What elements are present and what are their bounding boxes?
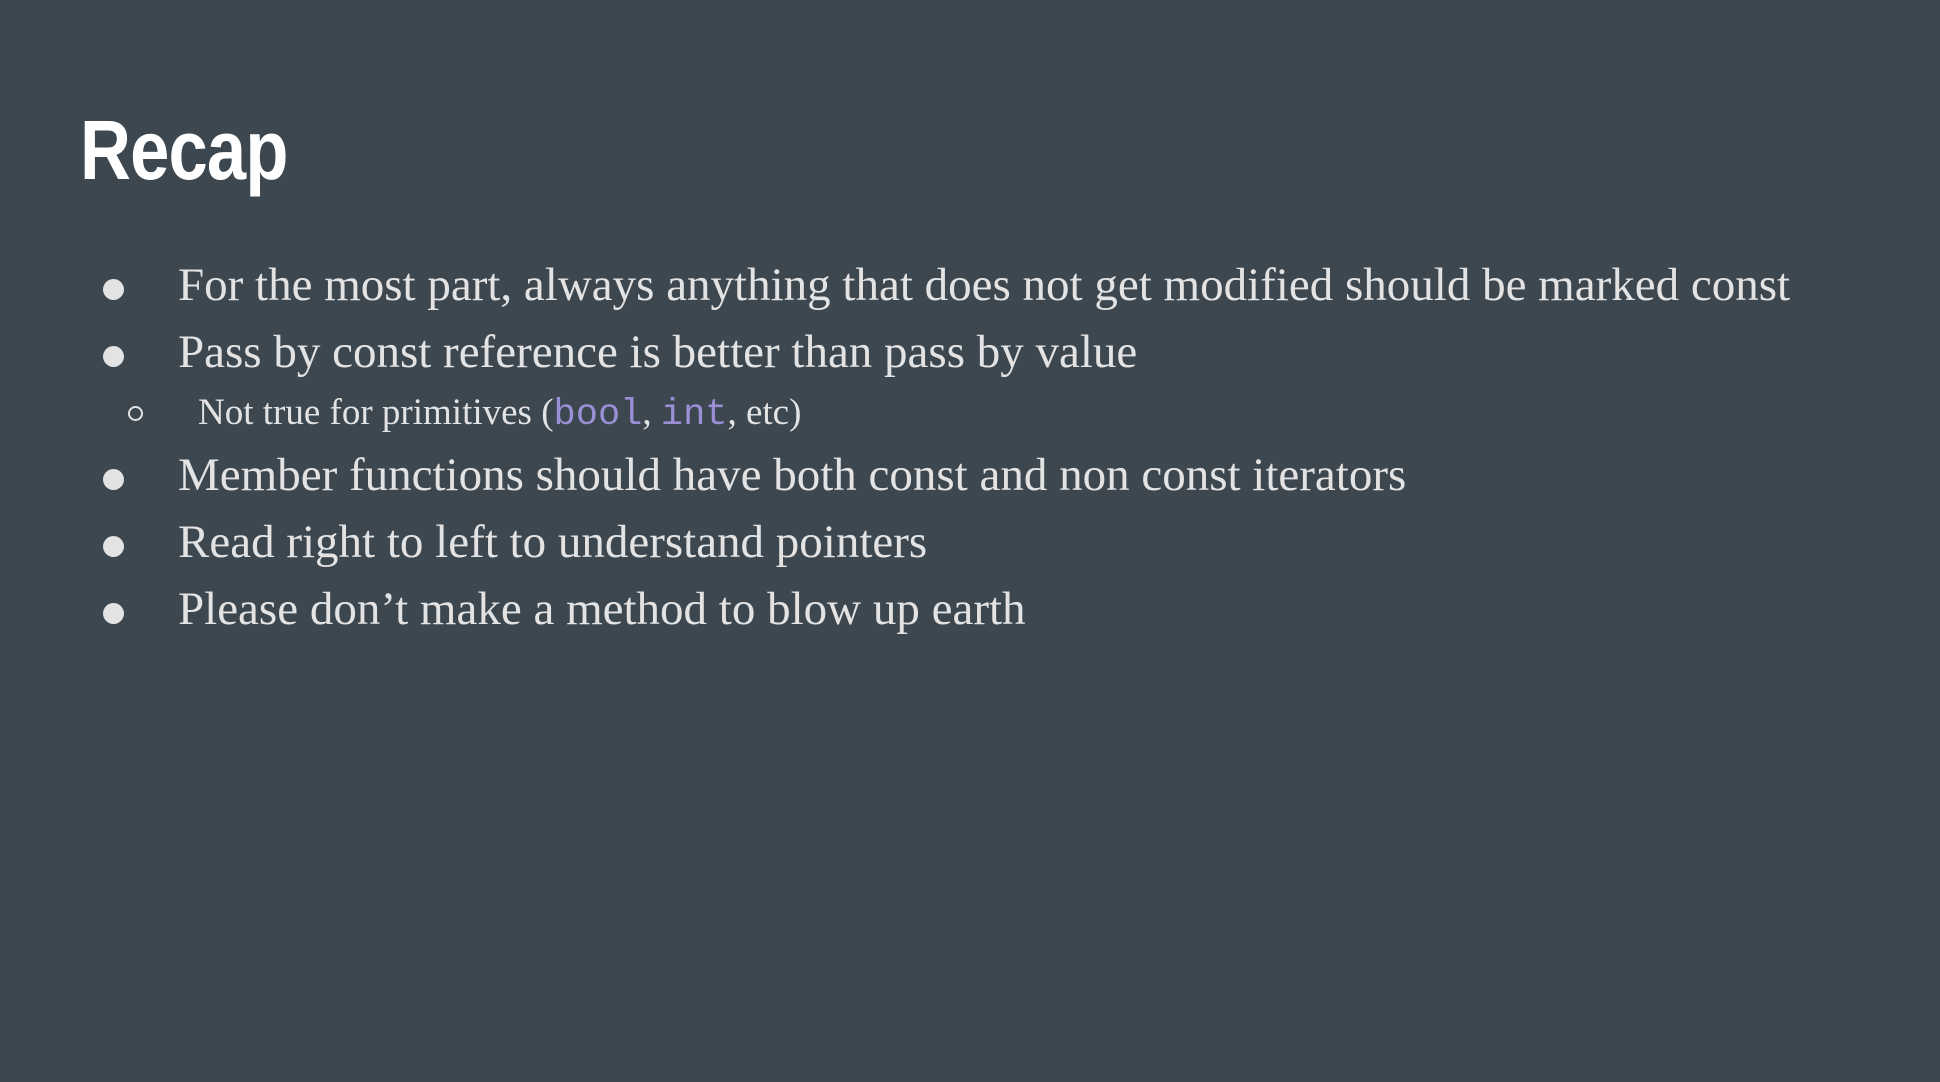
bullet-item: Pass by const reference is better than p… xyxy=(100,319,1880,386)
sub-bullet-separator: , xyxy=(642,392,661,433)
sub-bullet-prefix: Not true for primitives ( xyxy=(198,392,554,433)
slide-title: Recap xyxy=(80,103,288,197)
bullet-dot-icon xyxy=(103,346,124,367)
bullet-item: Member functions should have both const … xyxy=(100,442,1880,509)
bullet-dot-icon xyxy=(103,279,124,300)
sub-bullet-suffix: , etc) xyxy=(727,392,802,433)
bullet-item: For the most part, always anything that … xyxy=(100,252,1880,319)
bullet-text: Please don’t make a method to blow up ea… xyxy=(178,583,1026,635)
code-keyword-bool: bool xyxy=(553,394,643,436)
sub-bullet-item: Not true for primitives (bool, int, etc) xyxy=(22,386,1880,442)
bullet-text: Pass by const reference is better than p… xyxy=(178,326,1138,378)
bullet-text: Member functions should have both const … xyxy=(178,449,1407,501)
slide: Recap For the most part, always anything… xyxy=(0,0,1940,1082)
code-keyword-int: int xyxy=(660,394,728,436)
bullet-dot-icon xyxy=(103,469,124,490)
bullet-dot-icon xyxy=(103,536,124,557)
bullet-dot-icon xyxy=(103,603,124,624)
bullet-text: For the most part, always anything that … xyxy=(178,259,1791,311)
bullet-item: Read right to left to understand pointer… xyxy=(100,509,1880,576)
bullet-list: For the most part, always anything that … xyxy=(100,252,1880,643)
bullet-item: Please don’t make a method to blow up ea… xyxy=(100,576,1880,643)
bullet-text: Read right to left to understand pointer… xyxy=(178,516,928,568)
hollow-bullet-icon xyxy=(128,406,143,421)
